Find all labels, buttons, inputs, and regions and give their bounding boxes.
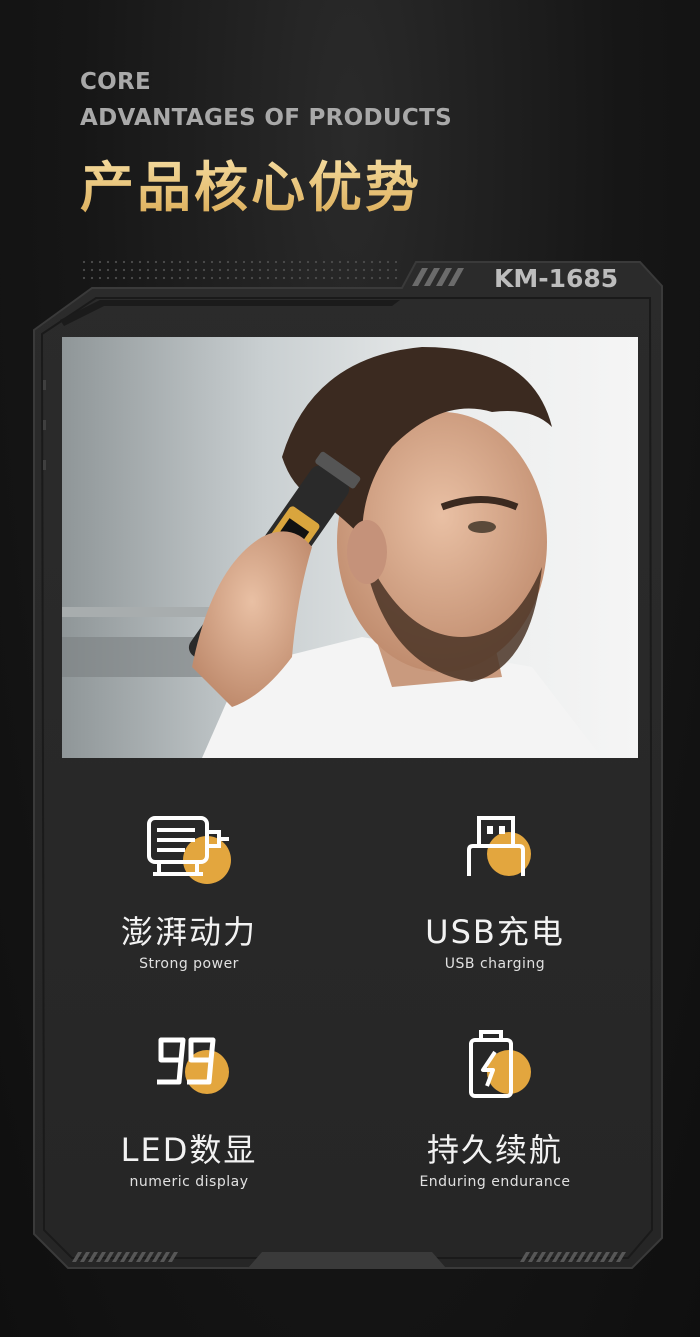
feature-title: USB充电 <box>425 913 565 951</box>
motor-icon <box>139 812 239 892</box>
bottom-tab <box>248 1252 446 1268</box>
product-photo <box>62 337 638 758</box>
feature-title: 持久续航 <box>426 1131 563 1169</box>
usb-icon <box>445 812 545 892</box>
feature-battery: 持久续航 Enduring endurance <box>350 1030 640 1192</box>
feature-subtitle: numeric display <box>129 1174 249 1190</box>
feature-subtitle: Enduring endurance <box>419 1174 571 1190</box>
feature-led-display: LED数显 numeric display <box>44 1030 334 1192</box>
feature-strong-power: 澎湃动力 Strong power <box>44 812 334 974</box>
feature-usb-charging: USB充电 USB charging <box>350 812 640 974</box>
feature-subtitle: Strong power <box>139 956 239 972</box>
battery-icon <box>445 1030 545 1110</box>
feature-title: 澎湃动力 <box>120 913 257 951</box>
feature-subtitle: USB charging <box>444 956 546 972</box>
feature-title: LED数显 <box>120 1131 258 1169</box>
photo-illustration <box>62 337 638 758</box>
model-tag: KM-1685 <box>494 264 619 293</box>
led-digits-icon <box>139 1030 239 1110</box>
